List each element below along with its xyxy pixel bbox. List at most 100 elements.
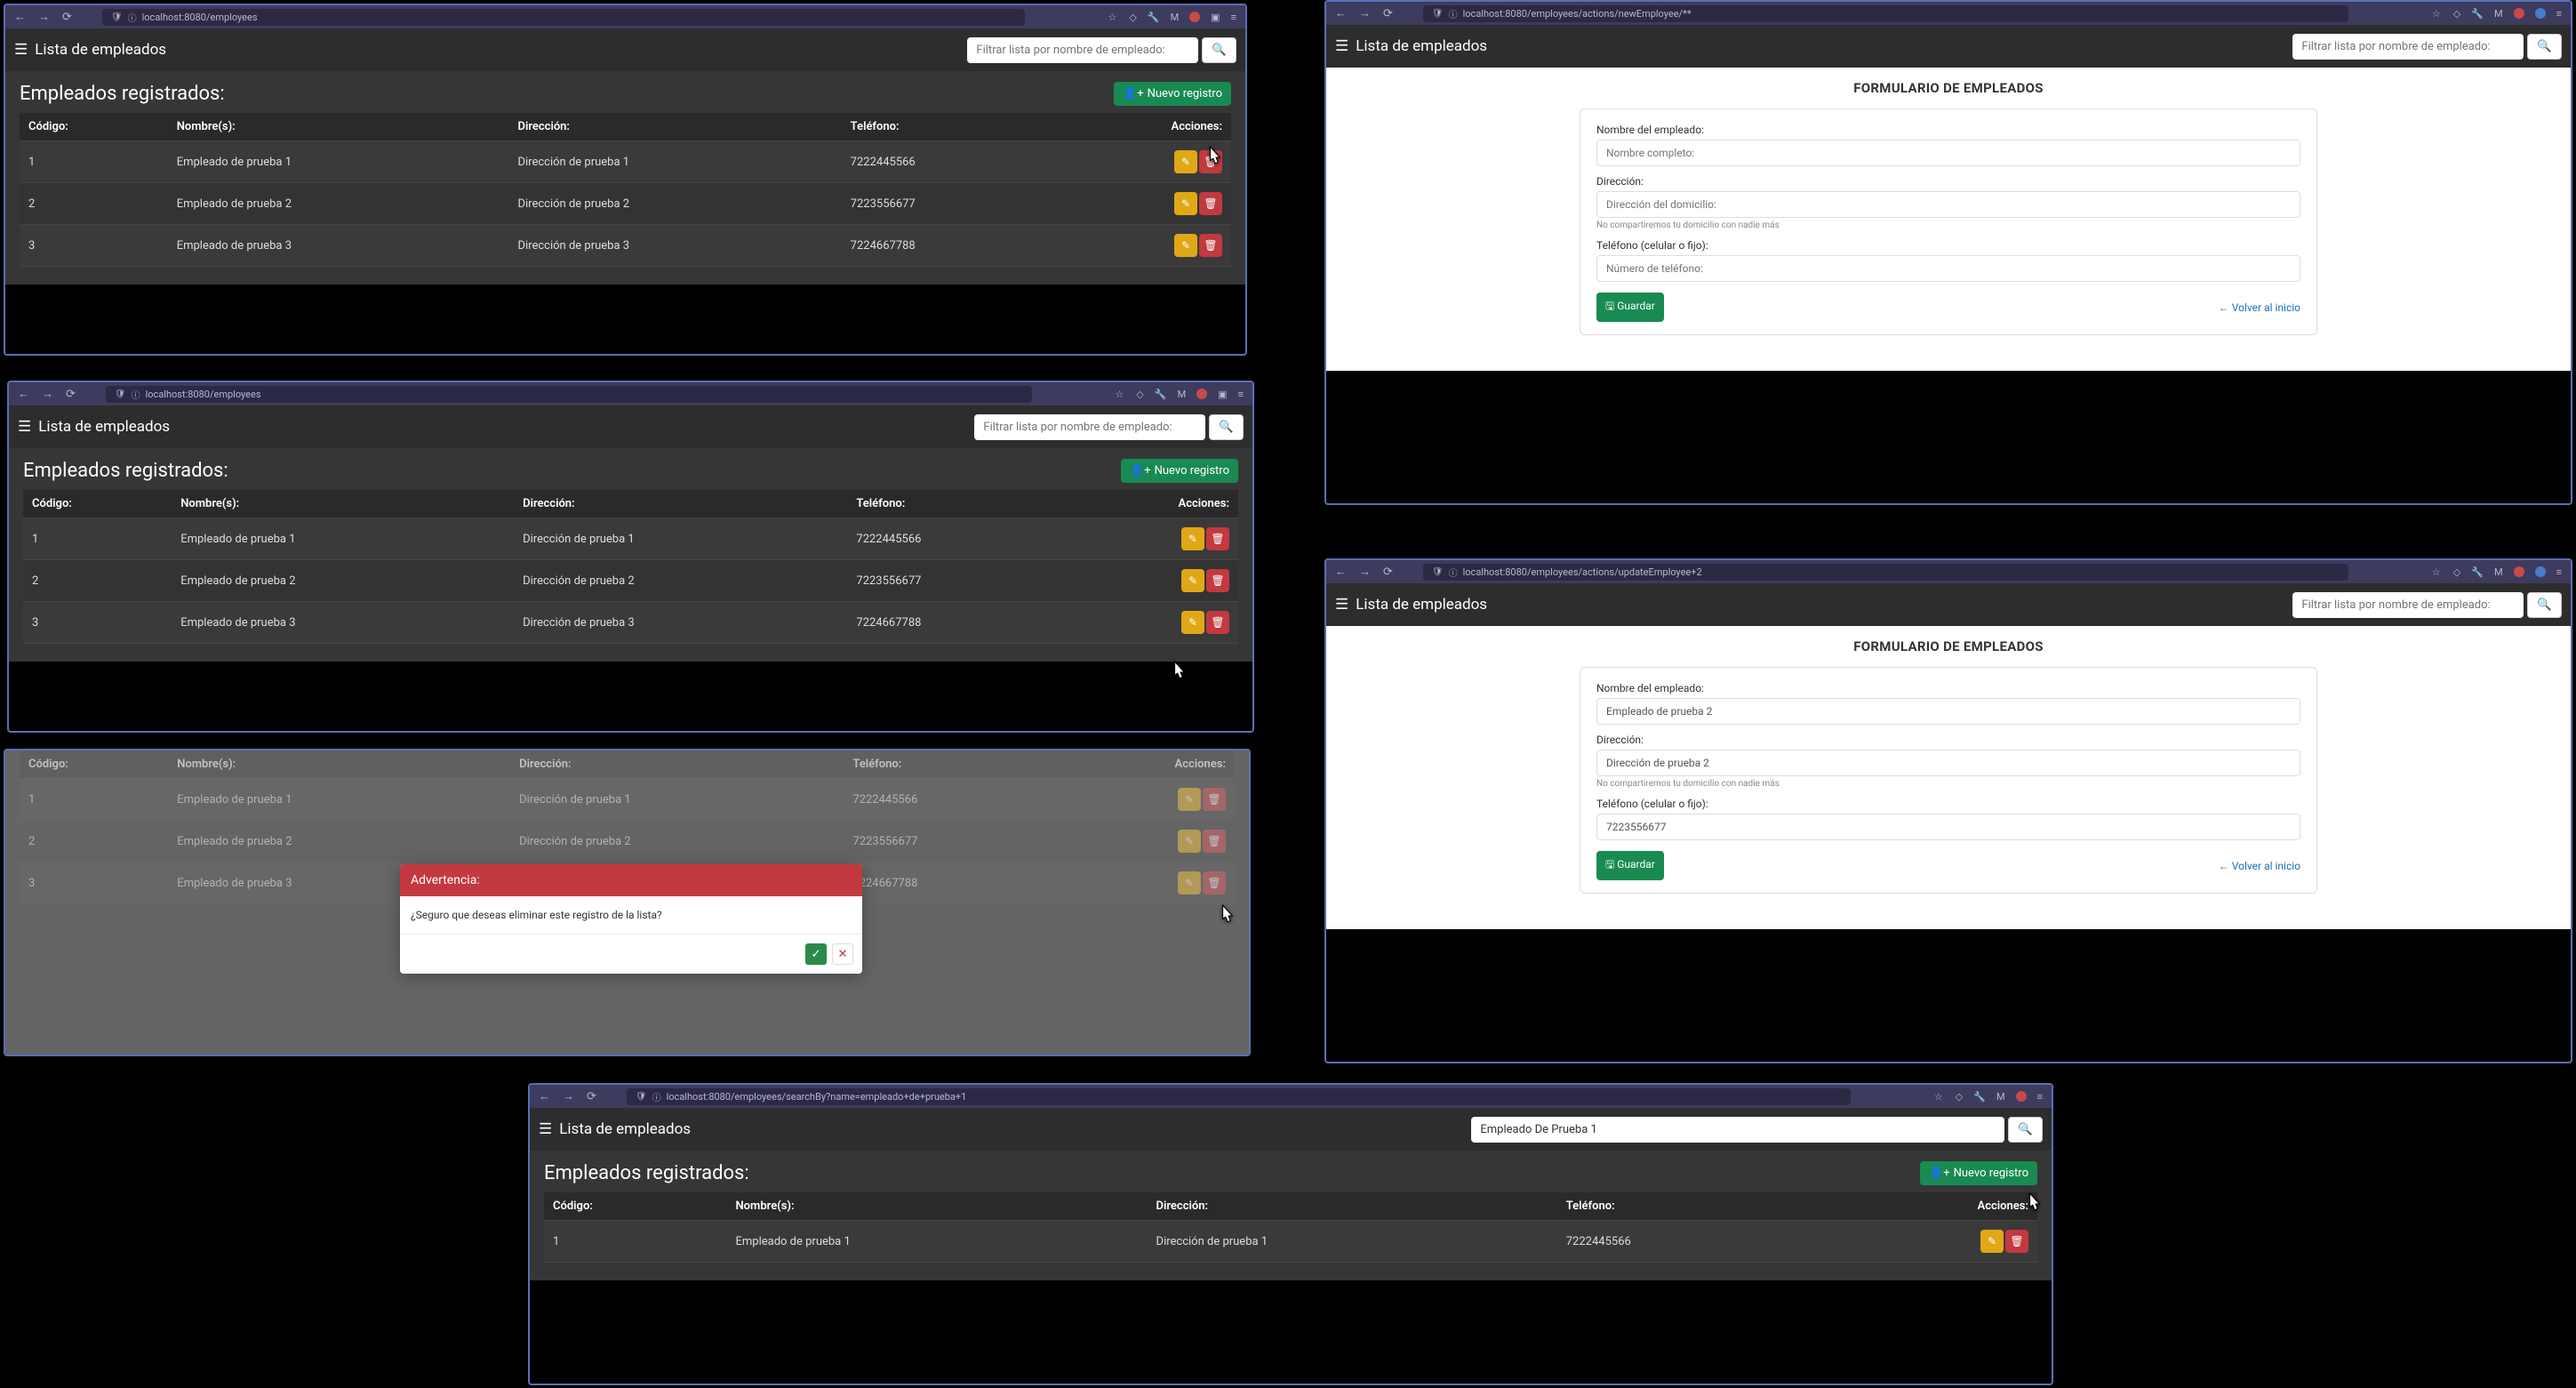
url-bar[interactable]: 🛡 ⓘ localhost:8080/employees/actions/upd… <box>1423 564 2348 581</box>
nav-forward-icon[interactable]: → <box>1359 6 1371 20</box>
url-bar[interactable]: 🛡 ⓘ localhost:8080/employees/searchBy?na… <box>627 1088 1851 1105</box>
name-field[interactable] <box>1596 698 2300 725</box>
devtools-icon[interactable]: 🔧 <box>1155 389 1167 400</box>
cell-name: Empleado de prueba 3 <box>172 602 514 644</box>
confirm-delete-button[interactable]: ✓ <box>805 943 827 965</box>
reload-icon[interactable]: ⟳ <box>66 388 76 401</box>
save-button[interactable]: 🖫 Guardar <box>1596 293 1664 322</box>
nav-forward-icon[interactable]: → <box>563 1089 574 1103</box>
th-actions: Acciones: <box>1054 113 1231 141</box>
cell-phone: 7222445566 <box>842 141 1054 183</box>
reload-icon[interactable]: ⟳ <box>1383 7 1393 20</box>
url-bar[interactable]: 🛡 ⓘ localhost:8080/employees/actions/new… <box>1423 5 2348 22</box>
star-icon[interactable]: ☆ <box>1934 1091 1943 1103</box>
ext-dot-icon[interactable] <box>1196 389 1207 399</box>
pencil-icon: ✎ <box>1188 574 1197 587</box>
nav-back-icon[interactable]: ← <box>539 1089 550 1103</box>
employee-form: Nombre del empleado: Dirección: No compa… <box>1580 108 2317 335</box>
addr-field[interactable] <box>1596 191 2300 218</box>
cell-addr: Dirección de prueba 1 <box>1148 1221 1557 1263</box>
star-icon[interactable]: ☆ <box>2432 566 2441 578</box>
edit-button[interactable]: ✎ <box>1181 569 1204 592</box>
account-icon[interactable]: ▣ <box>1211 12 1220 23</box>
lock-icon: ⓘ <box>128 11 137 24</box>
delete-button[interactable]: 🗑 <box>1199 192 1222 215</box>
star-icon[interactable]: ☆ <box>1116 389 1124 400</box>
delete-button[interactable]: 🗑 <box>1206 527 1229 550</box>
name-label: Nombre del empleado: <box>1596 124 2300 136</box>
reload-icon[interactable]: ⟳ <box>1383 566 1393 579</box>
search-button[interactable]: 🔍 <box>1209 414 1244 440</box>
save-button[interactable]: 🖫 Guardar <box>1596 851 1664 880</box>
back-link[interactable]: ← Volver al inicio <box>2219 301 2300 314</box>
devtools-icon[interactable]: 🔧 <box>1148 12 1160 23</box>
cell-id: 1 <box>544 1221 726 1263</box>
name-field[interactable] <box>1596 140 2300 166</box>
ext-icon[interactable]: M <box>1178 389 1187 400</box>
nav-back-icon[interactable]: ← <box>1335 565 1347 579</box>
page-title: Lista de empleados <box>18 418 170 436</box>
star-icon[interactable]: ☆ <box>2432 8 2441 20</box>
edit-button[interactable]: ✎ <box>1181 527 1204 550</box>
ext-dot-icon[interactable] <box>1189 12 1200 22</box>
delete-button[interactable]: 🗑 <box>2005 1230 2028 1253</box>
cancel-delete-button[interactable]: ✕ <box>832 943 853 965</box>
cell-id: 1 <box>20 141 168 183</box>
search-button[interactable]: 🔍 <box>2527 592 2562 618</box>
delete-button[interactable]: 🗑 <box>1206 611 1229 634</box>
reload-icon[interactable]: ⟳ <box>62 11 72 24</box>
nav-forward-icon[interactable]: → <box>1359 565 1371 579</box>
nav-forward-icon[interactable]: → <box>38 10 50 24</box>
phone-field[interactable] <box>1596 814 2300 840</box>
menu-icon[interactable]: ≡ <box>1231 12 1236 23</box>
back-link[interactable]: ← Volver al inicio <box>2219 860 2300 872</box>
star-icon[interactable]: ☆ <box>1108 12 1117 23</box>
edit-button[interactable]: ✎ <box>1181 611 1204 634</box>
search-input[interactable] <box>2292 592 2524 618</box>
nav-forward-icon[interactable]: → <box>42 387 53 401</box>
delete-confirm-modal: Advertencia: ¿Seguro que deseas eliminar… <box>400 864 862 974</box>
delete-button[interactable]: 🗑 <box>1206 569 1229 592</box>
search-icon: 🔍 <box>1212 44 1227 57</box>
trash-icon: 🗑 <box>1204 156 1217 168</box>
cell-id: 3 <box>20 225 168 267</box>
url-bar[interactable]: 🛡 ⓘ localhost:8080/employees <box>106 386 1032 403</box>
menu-icon[interactable]: ≡ <box>1238 389 1244 400</box>
table-row: 1Empleado de prueba 1Dirección de prueba… <box>23 518 1238 560</box>
search-input[interactable] <box>1471 1117 2004 1143</box>
addr-field[interactable] <box>1596 750 2300 776</box>
search-button[interactable]: 🔍 <box>1202 37 1236 63</box>
nav-back-icon[interactable]: ← <box>1335 6 1347 20</box>
nav-back-icon[interactable]: ← <box>14 10 26 24</box>
search-input[interactable] <box>2292 34 2524 60</box>
delete-button[interactable]: 🗑 <box>1199 150 1222 173</box>
search-icon: 🔍 <box>1219 421 1234 434</box>
search-button[interactable]: 🔍 <box>2008 1117 2043 1143</box>
url-bar[interactable]: 🛡 ⓘ localhost:8080/employees <box>102 9 1025 26</box>
search-button[interactable]: 🔍 <box>2527 34 2562 60</box>
browser-toolbar: ← → ⟳ 🛡 ⓘ localhost:8080/employees ☆ ◇ 🔧… <box>9 382 1252 405</box>
lock-icon: ⓘ <box>1449 7 1458 20</box>
cell-phone: 7224667788 <box>847 602 1060 644</box>
edit-button[interactable]: ✎ <box>1174 234 1197 257</box>
addr-helper: No compartiremos tu domicilio con nadie … <box>1596 779 2300 789</box>
new-record-button[interactable]: 👤+Nuevo registro <box>1114 82 1231 106</box>
edit-button[interactable]: ✎ <box>1174 150 1197 173</box>
pocket-icon[interactable]: ◇ <box>1136 389 1143 400</box>
account-icon[interactable]: ▣ <box>1218 389 1227 400</box>
search-input[interactable] <box>967 37 1198 63</box>
cell-addr: Dirección de prueba 2 <box>514 560 847 602</box>
edit-button[interactable]: ✎ <box>1174 192 1197 215</box>
ext-icon[interactable]: M <box>1171 12 1180 23</box>
nav-back-icon[interactable]: ← <box>18 387 29 401</box>
pocket-icon[interactable]: ◇ <box>1129 12 1136 23</box>
delete-button[interactable]: 🗑 <box>1199 234 1222 257</box>
th-name: Nombre(s): <box>168 113 509 141</box>
search-input[interactable] <box>974 414 1205 440</box>
new-record-button[interactable]: 👤+Nuevo registro <box>1920 1161 2037 1185</box>
reload-icon[interactable]: ⟳ <box>587 1090 596 1103</box>
edit-button[interactable]: ✎ <box>1980 1230 2004 1253</box>
new-record-button[interactable]: 👤+Nuevo registro <box>1121 459 1238 483</box>
cell-id: 2 <box>20 183 168 225</box>
phone-field[interactable] <box>1596 255 2300 282</box>
